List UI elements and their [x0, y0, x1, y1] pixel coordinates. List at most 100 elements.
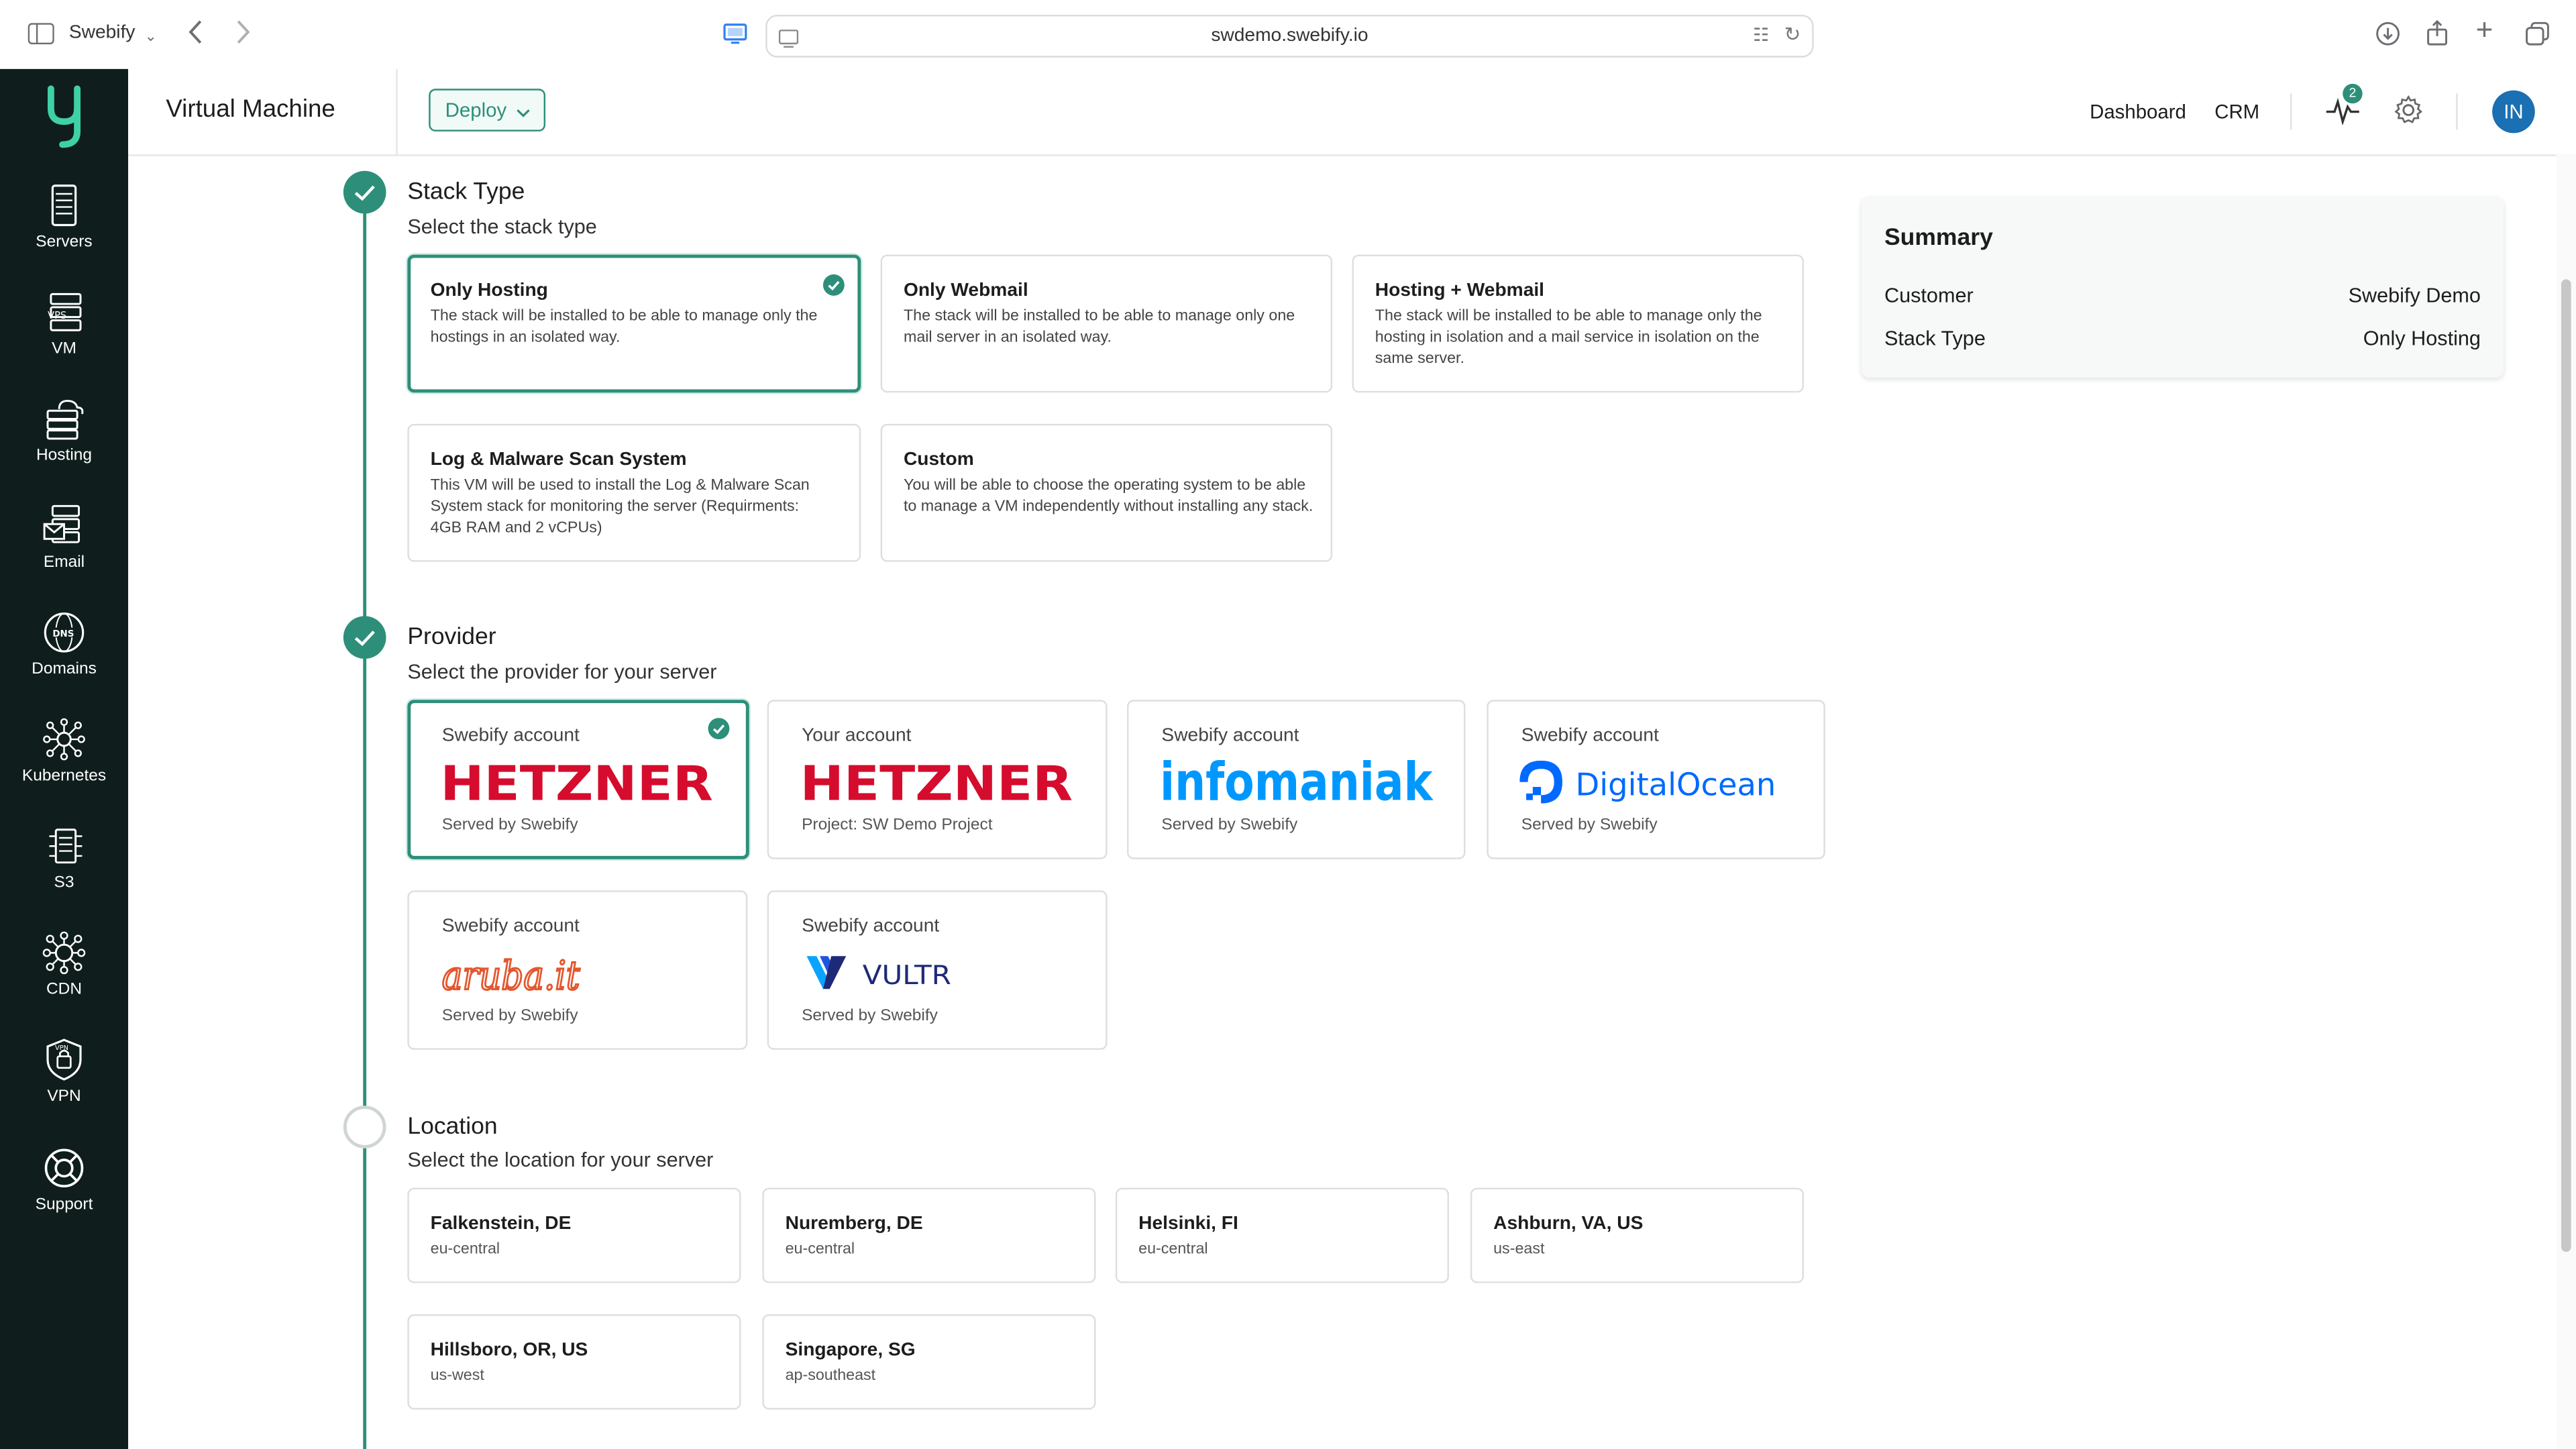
provider-footer: Served by Swebify — [441, 816, 578, 835]
location-option-nuremberg[interactable]: Nuremberg, DE eu-central — [762, 1187, 1096, 1283]
provider-option-aruba[interactable]: Swebify account aruba.it Served by Swebi… — [407, 890, 748, 1050]
stack-option-only-webmail[interactable]: Only Webmail The stack will be installed… — [880, 254, 1333, 393]
vultr-logo: VULTR — [806, 955, 971, 1002]
svg-text:aruba.it: aruba.it — [442, 952, 580, 997]
sidebar-item-label: Email — [43, 553, 85, 572]
location-region: us-east — [1493, 1240, 1545, 1258]
back-icon[interactable] — [187, 19, 203, 48]
chevron-down-icon — [516, 92, 531, 131]
location-option-ashburn[interactable]: Ashburn, VA, US us-east — [1470, 1187, 1804, 1283]
stack-option-only-hosting[interactable]: Only Hosting The stack will be installed… — [407, 254, 861, 393]
dns-globe-icon: DNS — [43, 611, 86, 654]
new-tab-icon[interactable]: + — [2476, 15, 2493, 44]
divider — [2456, 93, 2458, 130]
lifebuoy-icon — [43, 1146, 86, 1189]
provider-option-digitalocean[interactable]: Swebify account DigitalOcean Served by S… — [1487, 700, 1825, 859]
server-icon — [43, 184, 86, 227]
option-description: This VM will be used to install the Log … — [430, 476, 810, 537]
location-option-hillsboro[interactable]: Hillsboro, OR, US us-west — [407, 1314, 741, 1410]
summary-panel: Summary Customer Swebify Demo Stack Type… — [1861, 197, 2504, 378]
sidebar-item-label: VM — [52, 339, 76, 358]
svg-text:VULTR: VULTR — [863, 961, 951, 991]
section-subtitle: Select the location for your server — [407, 1148, 714, 1172]
location-city: Hillsboro, OR, US — [430, 1340, 588, 1360]
sidebar-item-label: Domains — [32, 660, 97, 679]
tab-overview-icon[interactable] — [2525, 21, 2550, 50]
account-type: Swebify account — [802, 916, 940, 936]
selected-check-icon — [708, 718, 730, 740]
sidebar-item-label: S3 — [54, 873, 74, 892]
sidebar-item-vpn[interactable]: VPN VPN — [0, 1038, 128, 1137]
provider-footer: Served by Swebify — [441, 1007, 578, 1026]
option-description: The stack will be installed to be able t… — [903, 307, 1295, 347]
nav-link-crm[interactable]: CRM — [2214, 100, 2259, 123]
deploy-dropdown-button[interactable]: Deploy — [429, 89, 546, 131]
location-city: Falkenstein, DE — [430, 1214, 572, 1234]
downloads-icon[interactable] — [2375, 21, 2400, 50]
sidebar-item-cdn[interactable]: CDN — [0, 931, 128, 1030]
provider-option-infomaniak[interactable]: Swebify account infomaniak Served by Swe… — [1127, 700, 1466, 859]
sidebar-item-s3[interactable]: S3 — [0, 824, 128, 923]
forward-icon[interactable] — [235, 19, 251, 48]
browser-toolbar: Swebify ⌄ swdemo.swebify.io ☷ ↻ + — [0, 0, 2576, 71]
scrollbar-thumb[interactable] — [2561, 279, 2571, 1252]
translate-icon[interactable]: ☷ — [1753, 25, 1769, 46]
svg-text:DNS: DNS — [52, 629, 74, 639]
sidebar-item-kubernetes[interactable]: Kubernetes — [0, 718, 128, 816]
provider-option-vultr[interactable]: Swebify account VULTR Served by Swebify — [767, 890, 1108, 1050]
check-icon — [354, 185, 375, 201]
summary-key: Customer — [1884, 284, 1974, 307]
summary-value: Swebify Demo — [2348, 284, 2481, 307]
stack-option-hosting-webmail[interactable]: Hosting + Webmail The stack will be inst… — [1352, 254, 1804, 393]
sidebar-item-label: Servers — [36, 233, 93, 252]
location-option-falkenstein[interactable]: Falkenstein, DE eu-central — [407, 1187, 741, 1283]
sidebar-item-label: Hosting — [36, 447, 93, 466]
sidebar: Servers VPS VM Hosting Email DNS Domains — [0, 68, 129, 1449]
sidebar-item-domains[interactable]: DNS Domains — [0, 611, 128, 710]
hetzner-logo: HETZNER — [440, 756, 716, 816]
section-title: Location — [407, 1114, 498, 1140]
provider-footer: Served by Swebify — [802, 1007, 938, 1026]
sidebar-item-label: CDN — [46, 981, 83, 999]
share-icon[interactable] — [2426, 19, 2448, 49]
step-complete-indicator — [343, 170, 386, 214]
kubernetes-icon — [43, 718, 86, 761]
sidebar-item-hosting[interactable]: Hosting — [0, 398, 128, 496]
provider-option-hetzner-own[interactable]: Your account HETZNER Project: SW Demo Pr… — [767, 700, 1108, 859]
sidebar-item-servers[interactable]: Servers — [0, 184, 128, 282]
check-icon — [354, 631, 375, 647]
app-header: Virtual Machine Deploy Dashboard CRM 2 I… — [128, 68, 2576, 156]
tab-group-name[interactable]: Swebify — [69, 23, 136, 42]
user-avatar[interactable]: IN — [2492, 90, 2535, 133]
sidebar-item-support[interactable]: Support — [0, 1146, 128, 1245]
provider-option-hetzner-swebify[interactable]: Swebify account HETZNER Served by Swebif… — [407, 700, 749, 859]
location-option-singapore[interactable]: Singapore, SG ap-southeast — [762, 1314, 1096, 1410]
app-logo[interactable] — [43, 82, 86, 159]
location-region: us-west — [430, 1366, 484, 1385]
sidebar-item-email[interactable]: Email — [0, 504, 128, 603]
cdn-icon — [42, 931, 86, 975]
sidebar-toggle-icon[interactable] — [28, 23, 54, 48]
stack-option-log-malware[interactable]: Log & Malware Scan System This VM will b… — [407, 423, 861, 562]
reload-icon[interactable]: ↻ — [1784, 23, 1801, 46]
sidebar-item-vm[interactable]: VPS VM — [0, 290, 128, 389]
account-type: Your account — [802, 726, 912, 746]
stack-option-custom[interactable]: Custom You will be able to choose the op… — [880, 423, 1333, 562]
svg-text:VPN: VPN — [55, 1044, 68, 1052]
infomaniak-logo: infomaniak — [1160, 752, 1436, 818]
chevron-down-icon[interactable]: ⌄ — [145, 25, 157, 48]
nav-link-dashboard[interactable]: Dashboard — [2090, 100, 2186, 123]
section-title: Stack Type — [407, 178, 525, 206]
sidebar-item-label: Support — [35, 1195, 93, 1214]
option-description: The stack will be installed to be able t… — [430, 307, 818, 347]
summary-key: Stack Type — [1884, 327, 1986, 350]
location-option-helsinki[interactable]: Helsinki, FI eu-central — [1115, 1187, 1450, 1283]
account-type: Swebify account — [441, 916, 580, 936]
page-title: Virtual Machine — [166, 95, 335, 123]
s3-icon — [43, 824, 86, 867]
url-text[interactable]: swdemo.swebify.io — [767, 16, 1813, 56]
screen-share-icon[interactable] — [723, 23, 748, 52]
gear-icon[interactable] — [2394, 95, 2423, 133]
address-bar[interactable]: swdemo.swebify.io ☷ ↻ — [765, 15, 1814, 58]
step-pending-indicator — [343, 1106, 386, 1148]
